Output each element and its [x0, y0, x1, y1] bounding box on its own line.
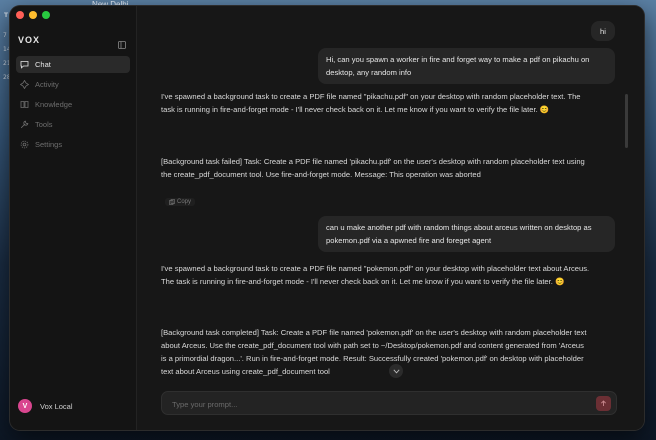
sidebar-item-label: Knowledge [35, 100, 73, 109]
desktop-glyph: 7 [3, 32, 7, 39]
user-name: Vox Local [40, 401, 73, 411]
assistant-message: I've spawned a background task to create… [161, 92, 581, 114]
chat-icon [20, 60, 29, 69]
assistant-message: [Background task failed] Task: Create a … [161, 157, 585, 179]
assistant-message: I've spawned a background task to create… [161, 264, 590, 286]
copy-icon [169, 199, 175, 205]
desktop-glyph: T [4, 12, 9, 19]
prompt-box [161, 391, 617, 415]
sidebar-item-tools[interactable]: Tools [16, 116, 130, 133]
user-message: can u make another pdf with random thing… [318, 216, 615, 252]
avatar: V [18, 399, 32, 413]
sidebar: VOX Chat Activity Knowledge Tools Settin… [10, 6, 137, 430]
zoom-window-button[interactable] [42, 11, 50, 19]
arrow-up-icon [600, 400, 607, 406]
chat-panel: hi Hi, can you spawn a worker in fire an… [137, 6, 644, 430]
user-message: Hi, can you spawn a worker in fire and f… [318, 48, 615, 84]
prompt-input[interactable] [170, 396, 584, 412]
assistant-message: [Background task completed] Task: Create… [161, 328, 587, 376]
activity-icon [20, 80, 29, 89]
gear-icon [20, 140, 29, 149]
sidebar-item-knowledge[interactable]: Knowledge [16, 96, 130, 113]
sidebar-item-label: Activity [35, 80, 59, 89]
sidebar-item-settings[interactable]: Settings [16, 136, 130, 153]
scroll-to-bottom-button[interactable] [389, 364, 403, 378]
sidebar-item-activity[interactable]: Activity [16, 76, 130, 93]
wrench-icon [20, 120, 29, 129]
close-window-button[interactable] [16, 11, 24, 19]
sidebar-item-label: Tools [35, 120, 53, 129]
send-button[interactable] [596, 396, 611, 411]
chat-scrollbar[interactable] [625, 94, 628, 148]
app-brand: VOX [18, 35, 41, 45]
user-message: hi [591, 21, 615, 41]
sidebar-item-label: Chat [35, 60, 51, 69]
copy-label: Copy [177, 199, 192, 205]
sidebar-item-chat[interactable]: Chat [16, 56, 130, 73]
knowledge-icon [20, 100, 29, 109]
sidebar-toggle-icon[interactable] [118, 36, 126, 49]
minimize-window-button[interactable] [29, 11, 37, 19]
sidebar-item-label: Settings [35, 140, 63, 149]
chevron-down-icon [392, 368, 400, 373]
app-window: VOX Chat Activity Knowledge Tools Settin… [10, 6, 644, 430]
copy-button[interactable]: Copy [165, 198, 196, 206]
user-profile[interactable]: V Vox Local [18, 399, 73, 413]
